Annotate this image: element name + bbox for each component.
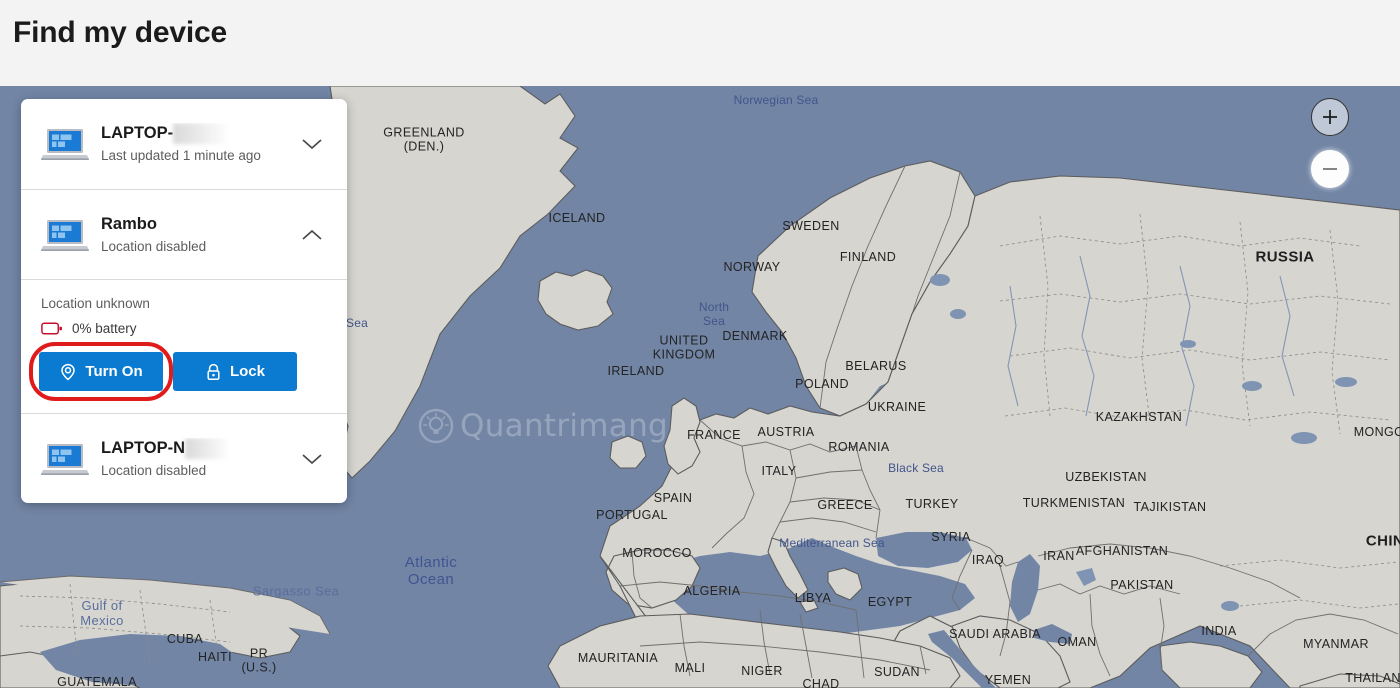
device-status-2: Location disabled — [101, 462, 207, 478]
device-list-item-0[interactable]: LAPTOP-XXXXX Last updated 1 minute ago — [21, 99, 347, 189]
laptop-icon — [39, 216, 97, 254]
zoom-out-button[interactable] — [1311, 150, 1349, 188]
laptop-icon — [39, 125, 97, 163]
minus-icon — [1323, 168, 1337, 170]
laptop-icon — [39, 440, 97, 478]
device-name-censor: XXXXX — [173, 123, 229, 145]
chevron-down-icon — [302, 139, 322, 150]
map-zoom-controls[interactable] — [1311, 98, 1349, 188]
page-header: Find my device — [0, 0, 1400, 86]
zoom-in-button[interactable] — [1311, 98, 1349, 136]
device-status-0: Last updated 1 minute ago — [101, 148, 261, 164]
device-name-censor: XXXX — [185, 437, 230, 459]
device-name-1: Rambo — [101, 214, 157, 233]
device-list-item-2[interactable]: LAPTOP-NXXXX Location disabled — [21, 413, 347, 503]
page-title: Find my device — [13, 16, 227, 49]
device-status-1: Location disabled — [101, 238, 207, 254]
lock-label: Lock — [229, 363, 265, 380]
device-list-item-1[interactable]: Rambo Location disabled — [21, 189, 347, 279]
location-pin-icon — [61, 363, 76, 380]
turn-on-button[interactable]: Turn On — [39, 352, 163, 391]
device-action-buttons: Turn On Lock — [29, 342, 329, 401]
device-info-2: LAPTOP-NXXXX Location disabled — [97, 437, 293, 479]
device-detail-panel: Location unknown 0% battery Turn On Lock — [21, 279, 347, 413]
chevron-up-icon — [302, 229, 322, 240]
padlock-icon — [207, 363, 220, 380]
lock-button[interactable]: Lock — [173, 352, 297, 391]
chevron-down-icon — [302, 453, 322, 464]
device-name-0: LAPTOP-XXXXX — [101, 123, 229, 145]
battery-status: 0% battery — [39, 321, 329, 336]
device-expand-toggle-2[interactable] — [293, 452, 331, 466]
find-my-device-page: Find my device .land { fill:#d6d5d0; str… — [0, 0, 1400, 688]
device-expand-toggle-1[interactable] — [293, 228, 331, 242]
device-expand-toggle-0[interactable] — [293, 137, 331, 151]
plus-icon — [1323, 110, 1337, 124]
device-info-1: Rambo Location disabled — [97, 214, 293, 255]
turn-on-button-wrapper: Turn On — [29, 342, 173, 401]
battery-empty-icon — [41, 322, 62, 335]
device-info-0: LAPTOP-XXXXX Last updated 1 minute ago — [97, 123, 293, 164]
device-name-2: LAPTOP-NXXXX — [101, 437, 230, 459]
location-status-text: Location unknown — [41, 296, 150, 311]
turn-on-label: Turn On — [85, 363, 143, 380]
battery-label: 0% battery — [72, 321, 137, 336]
device-list-panel[interactable]: LAPTOP-XXXXX Last updated 1 minute ago — [21, 99, 347, 503]
